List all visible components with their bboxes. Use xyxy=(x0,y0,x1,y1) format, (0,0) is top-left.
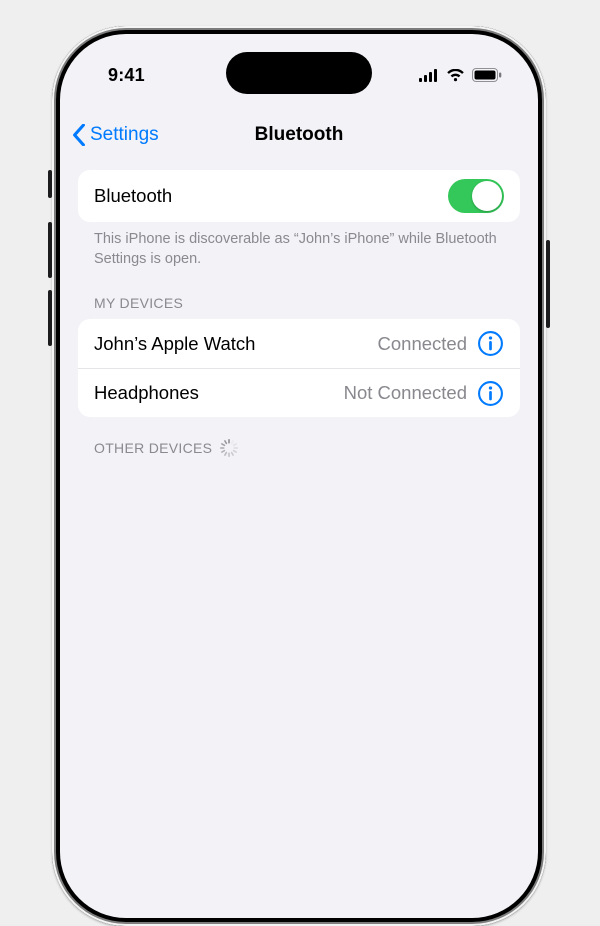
loading-spinner-icon xyxy=(220,439,238,457)
bluetooth-toggle-card: Bluetooth xyxy=(78,170,520,222)
device-name: Headphones xyxy=(94,382,344,404)
other-devices-header: OTHER DEVICES xyxy=(78,417,520,465)
device-info-button[interactable] xyxy=(477,380,504,407)
back-label: Settings xyxy=(90,124,159,146)
volume-up-button[interactable] xyxy=(48,222,52,278)
page-title: Bluetooth xyxy=(255,124,344,146)
phone-frame: 9:41 xyxy=(52,26,546,926)
other-devices-header-label: OTHER DEVICES xyxy=(94,440,212,456)
device-name: John’s Apple Watch xyxy=(94,333,378,355)
status-time: 9:41 xyxy=(108,65,145,86)
info-icon xyxy=(477,380,504,407)
cellular-icon xyxy=(419,69,439,82)
volume-down-button[interactable] xyxy=(48,290,52,346)
device-status: Not Connected xyxy=(344,382,467,404)
mute-switch[interactable] xyxy=(48,170,52,198)
my-devices-header: MY DEVICES xyxy=(78,273,520,319)
info-icon xyxy=(477,330,504,357)
bluetooth-toggle-row[interactable]: Bluetooth xyxy=(78,170,520,222)
content: Bluetooth This iPhone is discoverable as… xyxy=(60,170,538,465)
status-icons xyxy=(419,68,502,82)
my-devices-header-label: MY DEVICES xyxy=(94,295,183,311)
device-row[interactable]: Headphones Not Connected xyxy=(78,368,520,417)
device-status: Connected xyxy=(378,333,467,355)
my-devices-list: John’s Apple Watch Connected Headphones … xyxy=(78,319,520,417)
power-button[interactable] xyxy=(546,240,550,328)
dynamic-island xyxy=(226,52,372,94)
wifi-icon xyxy=(446,69,465,82)
device-info-button[interactable] xyxy=(477,330,504,357)
nav-bar: Settings Bluetooth xyxy=(60,110,538,160)
bluetooth-toggle[interactable] xyxy=(448,179,504,213)
chevron-left-icon xyxy=(72,124,86,146)
battery-icon xyxy=(472,68,502,82)
discoverable-note: This iPhone is discoverable as “John’s i… xyxy=(78,222,520,273)
bluetooth-toggle-label: Bluetooth xyxy=(94,185,448,207)
device-row[interactable]: John’s Apple Watch Connected xyxy=(78,319,520,368)
back-button[interactable]: Settings xyxy=(72,110,159,160)
screen: 9:41 xyxy=(60,34,538,918)
